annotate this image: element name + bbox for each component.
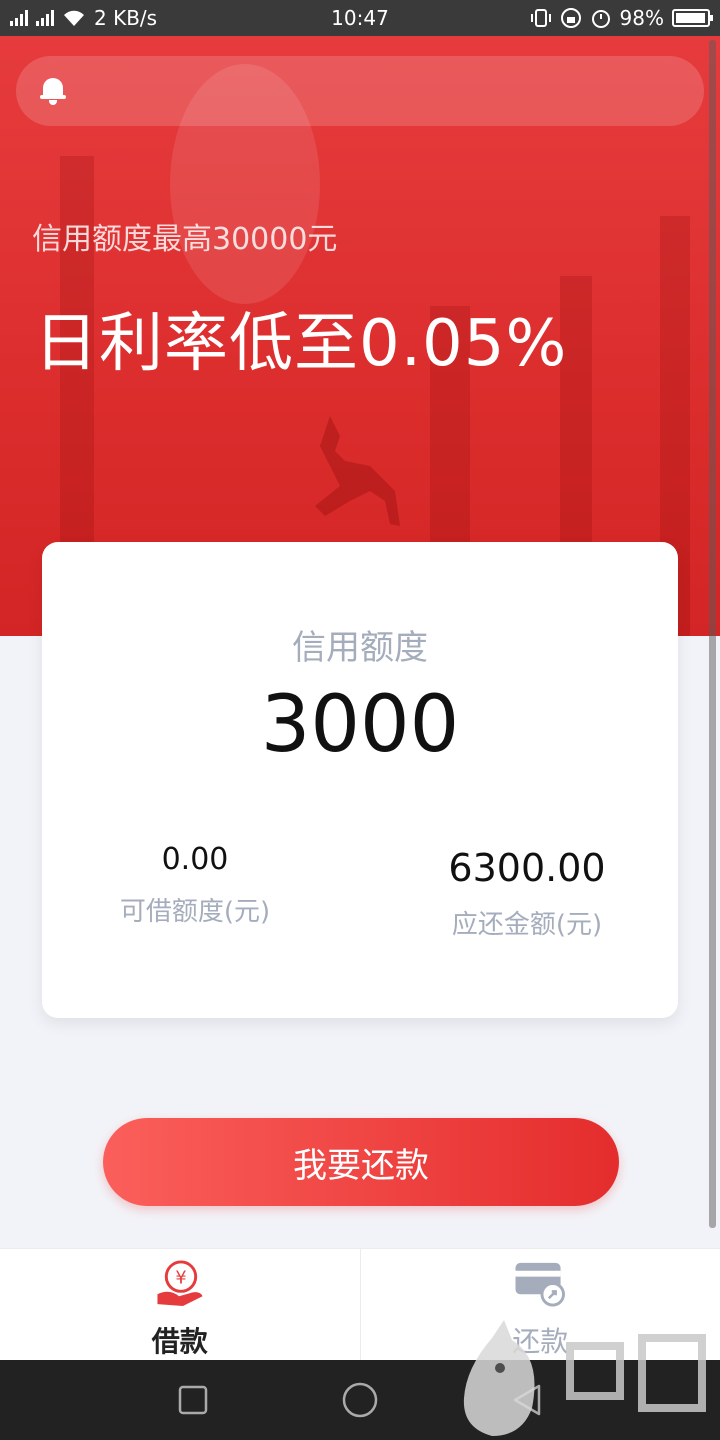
status-right: 98% [530,6,713,30]
credit-limit-promo: 信用额度最高30000元 [32,222,338,257]
recents-square-icon [179,1385,208,1415]
available-credit: 0.00 可借额度(元) [90,842,300,928]
signal-icon [10,10,28,26]
alarm-icon [591,10,610,28]
network-speed: 2 KB/s [94,6,158,30]
repay-button[interactable]: 我要还款 [103,1118,619,1206]
credit-card-panel: 信用额度 3000 0.00 可借额度(元) 6300.00 应还金额(元) [42,542,678,1018]
bell-icon [40,76,66,106]
status-bar: 2 KB/s 10:47 98% [0,0,720,36]
battery-icon [672,9,713,27]
vibrate-icon [530,9,551,27]
scrollbar[interactable] [709,40,716,1228]
tab-loan[interactable]: ¥ 借款 [0,1249,360,1360]
amount-due-value: 6300.00 [448,846,606,890]
signal-4g-icon [36,10,54,26]
svg-text:¥: ¥ [175,1269,186,1289]
battery-percent: 98% [619,6,664,30]
available-credit-value: 0.00 [161,842,229,877]
notice-bar[interactable] [16,56,704,126]
repay-card-icon [515,1262,566,1307]
deer-icon [315,416,400,526]
loan-hand-icon: ¥ [157,1260,203,1307]
credit-limit-label: 信用额度 [292,628,428,668]
watermark-logo [463,1320,706,1436]
wifi-icon [64,10,84,26]
rotation-lock-icon [560,8,581,28]
credit-limit-amount: 3000 [260,680,460,770]
interest-rate-promo: 日利率低至0.05% [34,307,568,381]
clock: 10:47 [331,6,389,30]
recents-button[interactable] [163,1370,223,1430]
tab-loan-label: 借款 [151,1325,208,1358]
home-circle-icon [342,1382,378,1418]
available-credit-label: 可借额度(元) [119,897,271,927]
status-left: 2 KB/s [10,6,157,30]
home-button[interactable] [330,1370,390,1430]
amount-due-label: 应还金额(元) [451,910,603,940]
amount-due: 6300.00 应还金额(元) [422,846,632,941]
